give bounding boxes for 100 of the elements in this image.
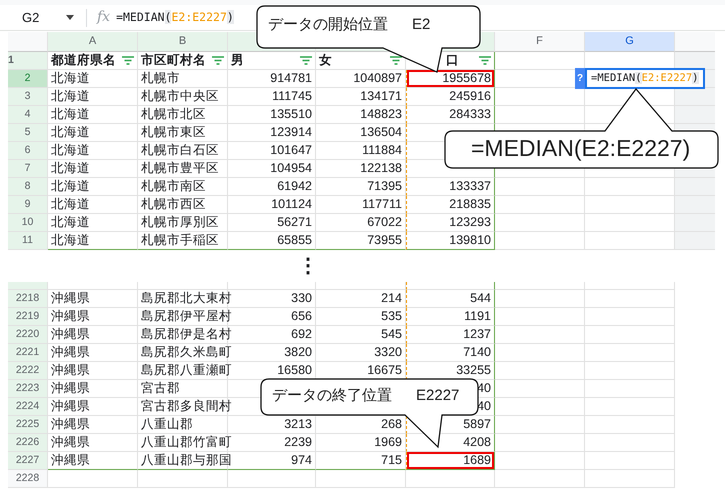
fx-label: fx [97,8,110,27]
row-header[interactable]: 5 [8,124,48,142]
formula-text[interactable]: =MEDIAN(E2:E2227) [116,8,234,26]
row-header[interactable]: 6 [8,142,48,160]
table-cell: 148823 [316,106,406,124]
table-cell: 139810 [406,232,495,250]
table-cell: 沖縄県 [48,452,138,470]
table-cell: 104954 [228,160,316,178]
callout-text: データの開始位置 [268,16,388,34]
table-cell: 122138 [316,160,406,178]
filter-icon[interactable] [300,56,312,65]
row-header[interactable]: 2222 [8,362,48,380]
sheet-margin [675,32,715,52]
table-cell: 136504 [316,124,406,142]
table-cell: 133337 [406,178,495,196]
row-header[interactable]: 8 [8,178,48,196]
row-header[interactable]: 9 [8,196,48,214]
table-cell: 71395 [316,178,406,196]
select-all-corner[interactable] [8,32,48,52]
row-header[interactable]: 2223 [8,380,48,398]
table-cell: 123914 [228,124,316,142]
filter-icon[interactable] [122,56,134,65]
table-cell: 北海道 [48,178,138,196]
table-cell: 7140 [406,344,495,362]
table-cell: 218835 [406,196,495,214]
table-cell: 沖縄県 [48,362,138,380]
row-header[interactable]: 10 [8,214,48,232]
table-cell: 214 [316,290,406,308]
table-cell: 61942 [228,178,316,196]
cell-reference[interactable]: G2 [22,10,40,25]
help-button[interactable]: ? [575,68,585,89]
filter-icon[interactable] [212,56,224,65]
table-cell: 札幌市南区 [138,178,228,196]
table-cell: 65855 [228,232,316,250]
sheet-margin [675,232,715,250]
sheet-margin [675,52,715,70]
table-cell: 沖縄県 [48,290,138,308]
row-header[interactable]: 2218 [8,290,48,308]
formula-editor[interactable]: =MEDIAN(E2:E2227) [585,68,704,89]
sheet-margin [675,178,715,196]
column-header[interactable]: B [138,32,228,52]
row-header[interactable]: 2228 [8,470,48,488]
callout-text: =MEDIAN(E2:E2227) [471,135,690,162]
table-cell: 八重山郡与那国 [138,452,228,470]
table-cell: 北海道 [48,142,138,160]
table-cell: 沖縄県 [48,326,138,344]
table-cell: 札幌市東区 [138,124,228,142]
row-header[interactable]: 2227 [8,452,48,470]
column-title: 市区町村名 [141,52,206,69]
row-header[interactable]: 2221 [8,344,48,362]
filter-icon[interactable] [479,56,491,65]
table-cell: 67022 [316,214,406,232]
row-header[interactable]: 11 [8,232,48,250]
sheet-margin [675,214,715,232]
vertical-ellipsis: ⋮ [298,254,318,279]
table-cell: 札幌市手稲区 [138,232,228,250]
table-cell: 56271 [228,214,316,232]
column-title: 女 [319,52,332,69]
table-cell: 1955678 [406,70,495,88]
table-cell: 沖縄県 [48,308,138,326]
sheet-margin [675,106,715,124]
table-cell: 1689 [406,452,495,470]
table-cell: 535 [316,308,406,326]
table-cell: 札幌市北区 [138,106,228,124]
row-header[interactable]: 2219 [8,308,48,326]
row-header[interactable]: 2224 [8,398,48,416]
table-cell: 123293 [406,214,495,232]
column-title: 都道府県名 [51,52,116,69]
table-cell: 914781 [228,70,316,88]
row-header[interactable]: 4 [8,106,48,124]
filter-icon[interactable] [390,56,402,65]
row-header[interactable]: 2225 [8,416,48,434]
row-header[interactable]: 2 [8,70,48,88]
table-cell: 245916 [406,88,495,106]
row-header[interactable]: 7 [8,160,48,178]
table-cell: 沖縄県 [48,344,138,362]
row-header[interactable]: 3 [8,88,48,106]
caret-icon[interactable] [66,15,74,20]
row-header[interactable]: 2220 [8,326,48,344]
table-cell: 1237 [406,326,495,344]
sheet-margin [675,88,715,106]
table-cell: 北海道 [48,214,138,232]
table-cell: 101124 [228,196,316,214]
callout-cell-ref: E2 [412,16,430,34]
table-cell: 札幌市厚別区 [138,214,228,232]
table-cell: 北海道 [48,106,138,124]
table-cell: 札幌市西区 [138,196,228,214]
table-cell: 135510 [228,106,316,124]
sheet-margin [675,196,715,214]
table-cell: 沖縄県 [48,380,138,398]
column-header[interactable]: F [495,32,585,52]
column-title: 口 [446,52,459,69]
table-cell: 札幌市中央区 [138,88,228,106]
column-header[interactable]: A [48,32,138,52]
column-title: 男 [231,52,244,69]
row-header[interactable]: 1 [8,52,48,70]
table-cell: 3320 [316,344,406,362]
column-header[interactable]: G [585,32,675,52]
table-cell: 沖縄県 [48,398,138,416]
row-header[interactable]: 2226 [8,434,48,452]
